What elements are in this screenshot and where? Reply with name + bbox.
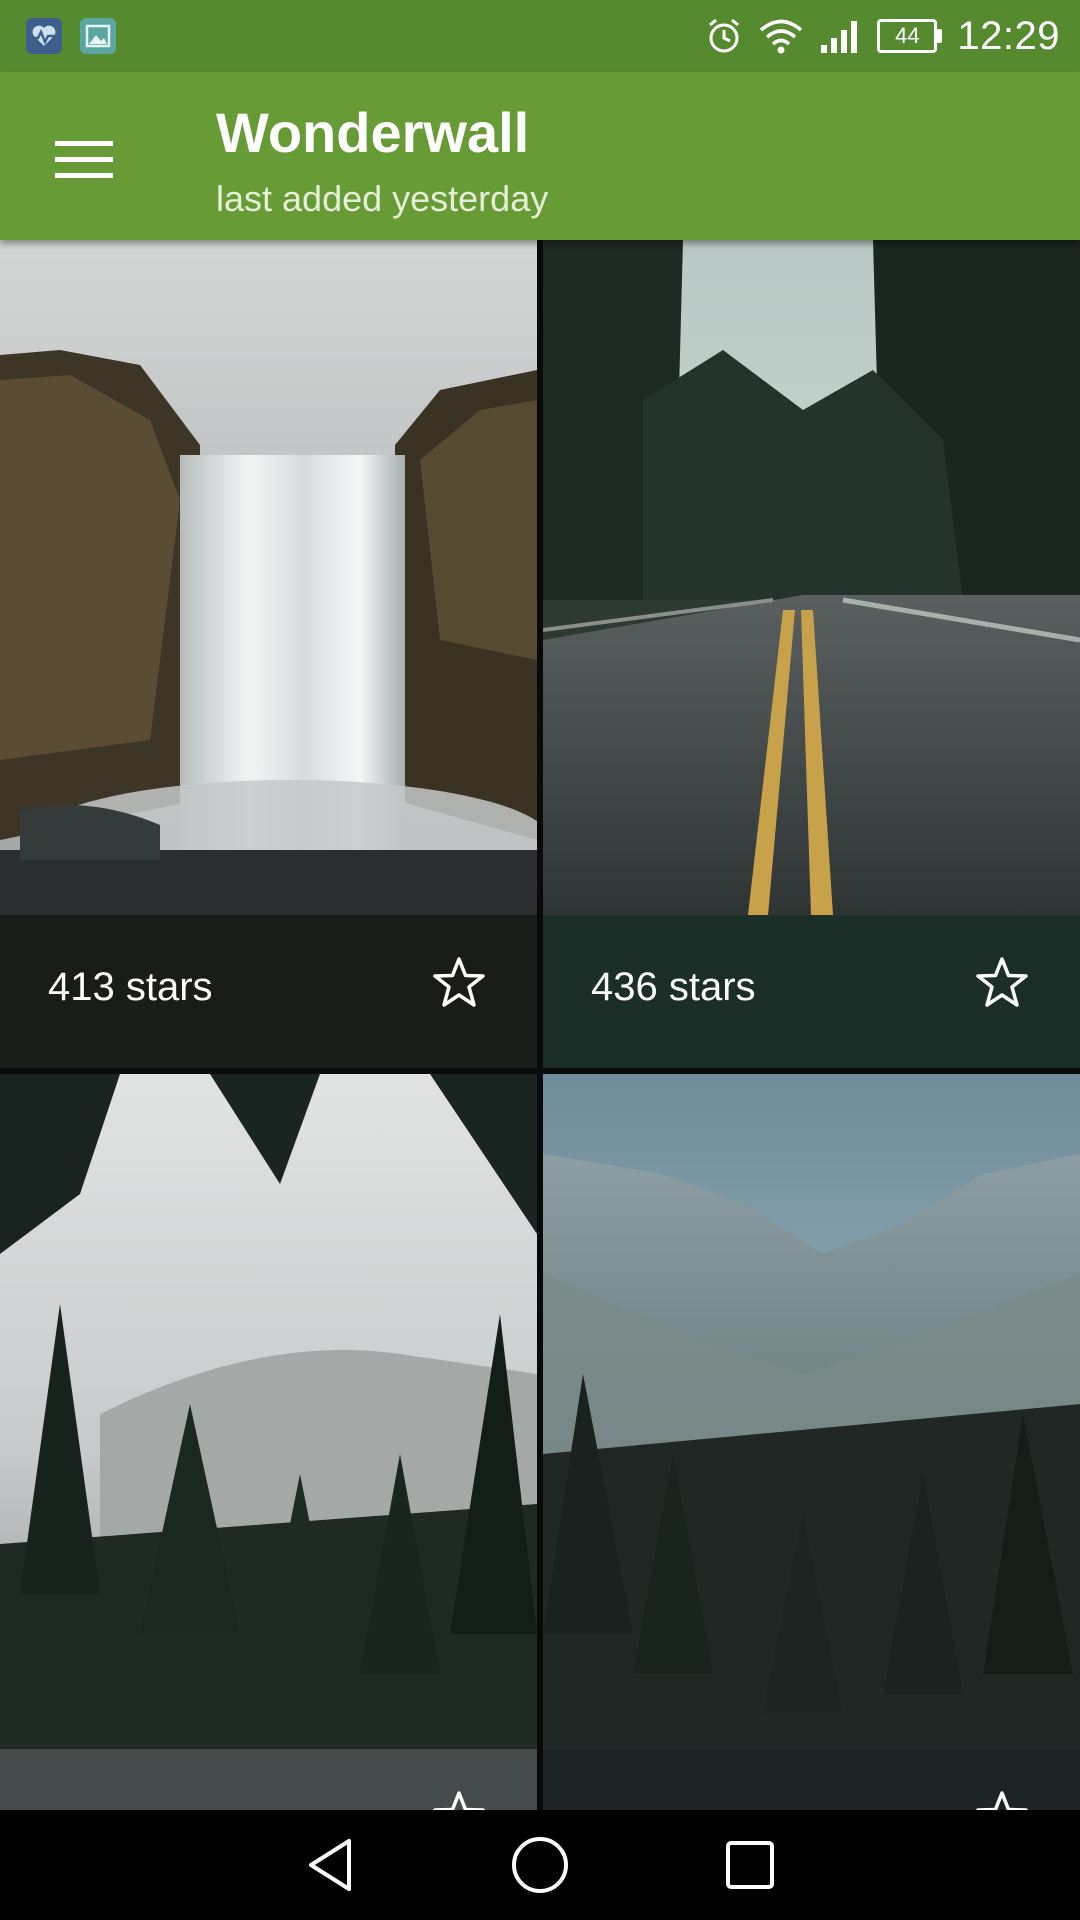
- app-bar: Wonderwall last added yesterday: [0, 72, 1080, 240]
- health-app-icon: [26, 18, 62, 54]
- system-status: 44 12:29: [705, 10, 1060, 62]
- menu-button[interactable]: [40, 116, 128, 204]
- app-subtitle: last added yesterday: [216, 178, 549, 219]
- signal-icon: [821, 21, 858, 53]
- wallpaper-card-footer: [543, 1749, 1080, 1810]
- back-icon: [309, 1839, 351, 1891]
- wifi-icon: [760, 19, 803, 54]
- wallpaper-thumbnail-snowy-mountain[interactable]: [543, 1074, 1080, 1749]
- wallpaper-card[interactable]: 436 stars: [543, 240, 1080, 1068]
- wallpaper-thumbnail-waterfall[interactable]: [0, 240, 537, 915]
- home-button[interactable]: [510, 1835, 570, 1895]
- hamburger-menu-icon: [55, 141, 113, 178]
- wallpaper-card-footer: 413 stars: [0, 915, 537, 1068]
- app-title: Wonderwall: [216, 101, 530, 164]
- notification-icons: [26, 18, 116, 54]
- wallpaper-card[interactable]: 413 stars: [0, 240, 537, 1068]
- star-icon[interactable]: [431, 1789, 487, 1810]
- wallpaper-card[interactable]: [0, 1074, 537, 1810]
- alarm-icon: [709, 18, 740, 53]
- star-icon[interactable]: [974, 1789, 1030, 1810]
- gallery-app-icon: [80, 18, 116, 54]
- clock: 12:29: [957, 13, 1060, 58]
- home-icon: [512, 1837, 568, 1893]
- stars-count: 413 stars: [48, 965, 213, 1009]
- wallpaper-grid: 413 stars 436 stars: [0, 240, 1080, 1810]
- wallpaper-card-footer: [0, 1749, 537, 1810]
- recents-icon: [726, 1841, 774, 1889]
- star-icon[interactable]: [431, 955, 487, 1011]
- wallpaper-thumbnail-wet-road[interactable]: [543, 240, 1080, 915]
- battery-icon: 44: [877, 19, 943, 53]
- star-icon[interactable]: [974, 955, 1030, 1011]
- recents-button[interactable]: [720, 1835, 780, 1895]
- wallpaper-card-footer: 436 stars: [543, 915, 1080, 1068]
- status-bar: 44 12:29: [0, 0, 1080, 72]
- wallpaper-card[interactable]: [543, 1074, 1080, 1810]
- wallpaper-thumbnail-misty-forest[interactable]: [0, 1074, 537, 1749]
- stars-count: 436 stars: [591, 965, 756, 1009]
- system-nav-bar: [0, 1810, 1080, 1920]
- battery-level: 44: [895, 23, 920, 48]
- back-button[interactable]: [300, 1835, 360, 1895]
